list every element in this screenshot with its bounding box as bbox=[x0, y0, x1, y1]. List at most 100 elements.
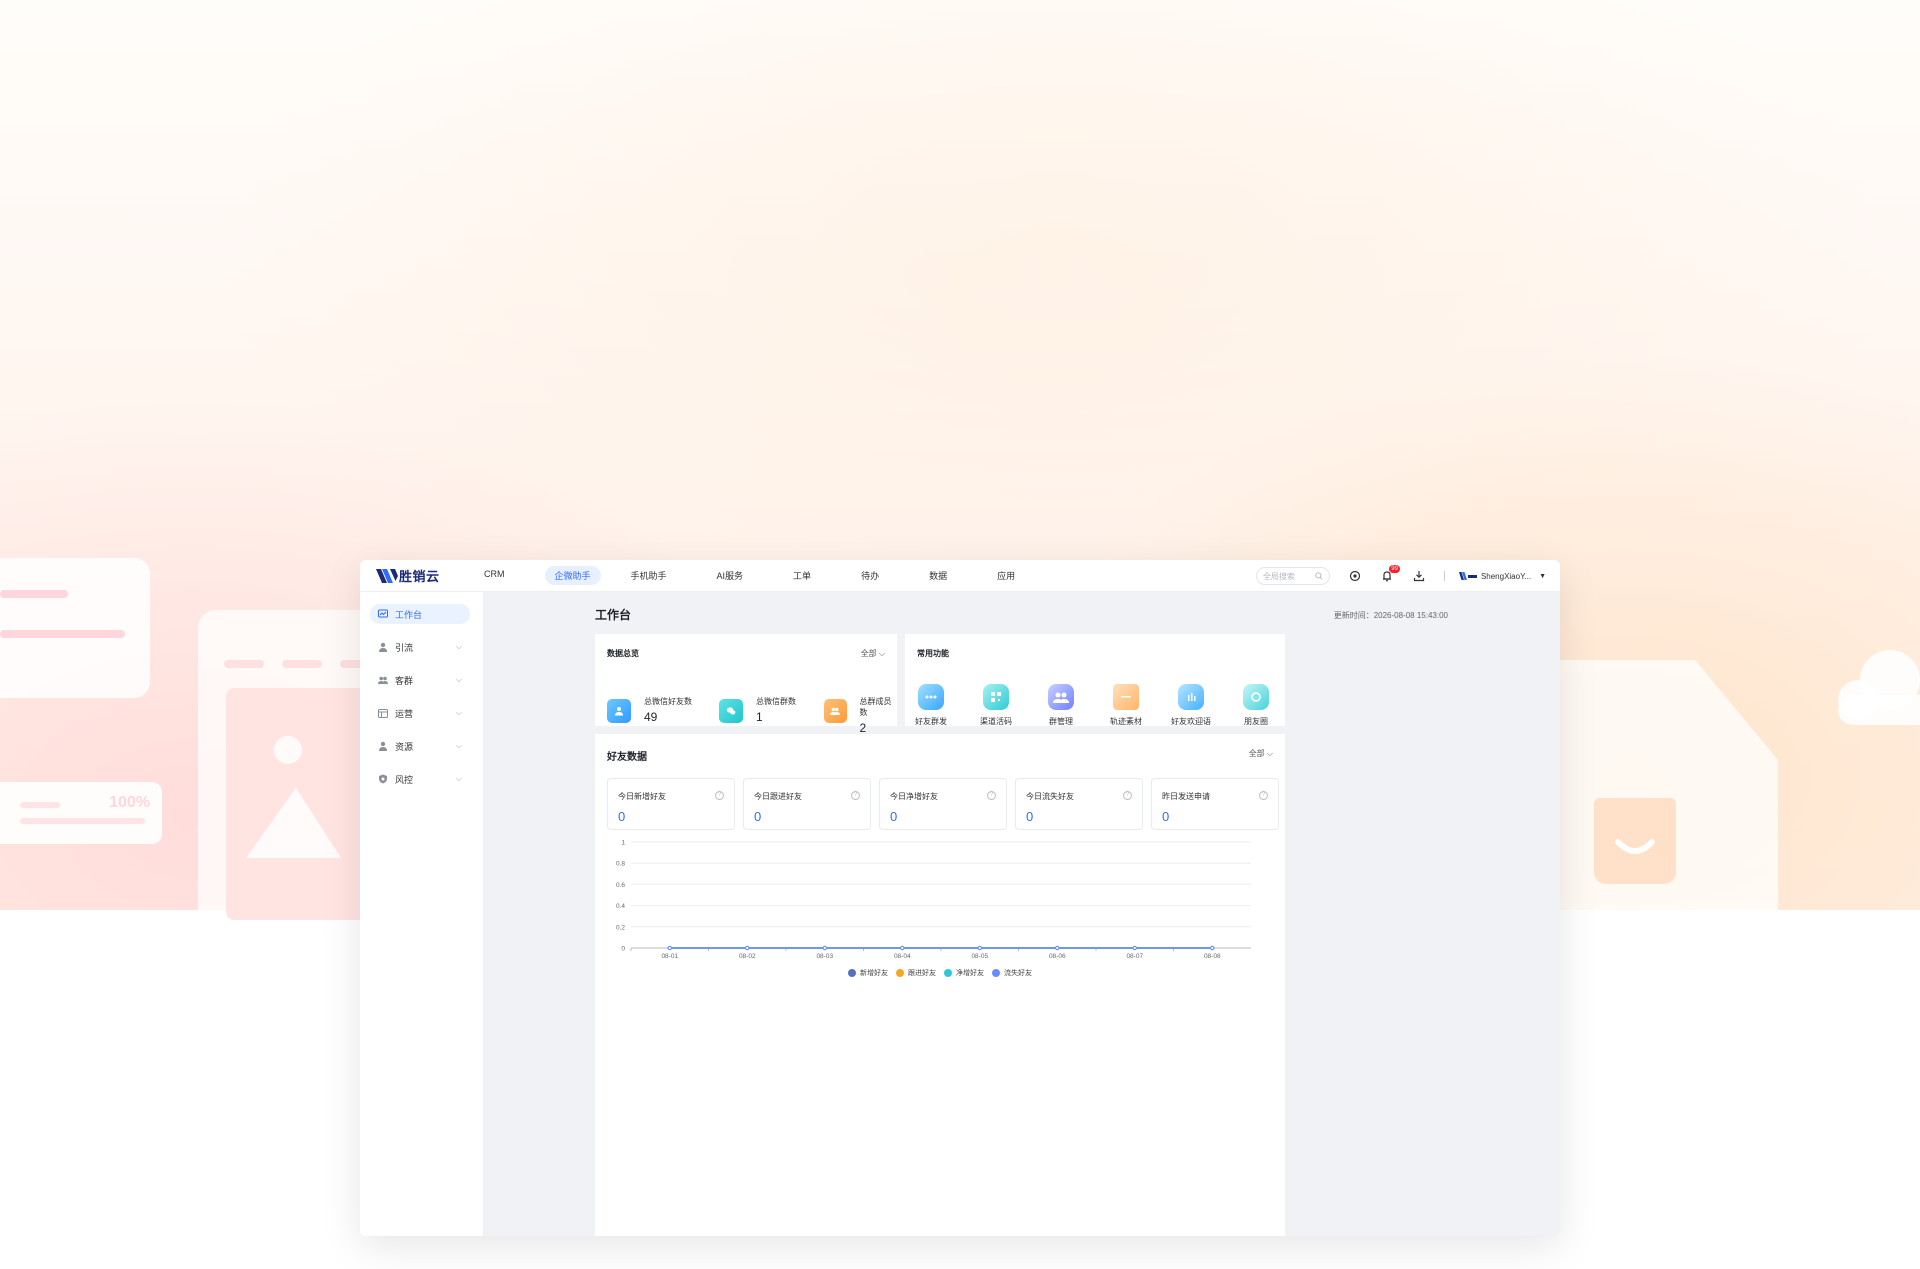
x-tick-label: 08-06 bbox=[1049, 953, 1066, 960]
legend-dot bbox=[896, 969, 904, 977]
notification-badge: 99 bbox=[1389, 565, 1400, 573]
data-point bbox=[822, 945, 827, 951]
legend-dot bbox=[848, 969, 856, 977]
x-tick-label: 08-05 bbox=[971, 953, 988, 960]
stat-label: 总微信好友数 bbox=[644, 697, 692, 706]
sidebar-item-risk-control[interactable]: 风控 ⌵ bbox=[370, 769, 470, 789]
notification-bell-icon[interactable]: 99 bbox=[1380, 565, 1400, 583]
legend-item[interactable]: 新增好友 bbox=[848, 968, 888, 978]
nav-todo[interactable]: 待办 bbox=[851, 566, 889, 585]
data-point bbox=[1132, 945, 1137, 951]
fn-group-management[interactable]: 群管理 bbox=[1031, 684, 1091, 727]
chevron-down-icon: ⌵ bbox=[455, 675, 462, 684]
chevron-down-icon: ⌵ bbox=[878, 649, 885, 658]
fn-label: 好友群发 bbox=[915, 717, 947, 726]
fn-label: 群管理 bbox=[1049, 717, 1073, 726]
chevron-down-icon: ⌵ bbox=[455, 741, 462, 750]
kpi-yesterday-sent-requests: 昨日发送申请? 0 bbox=[1151, 778, 1279, 830]
global-search-input[interactable]: 全局搜索 bbox=[1255, 567, 1330, 585]
kpi-value: 0 bbox=[618, 809, 626, 824]
search-icon bbox=[1315, 572, 1323, 580]
app-logo[interactable]: 胜销云 bbox=[376, 566, 446, 585]
fn-track-materials[interactable]: 轨迹素材 bbox=[1096, 684, 1156, 727]
nav-crm[interactable]: CRM bbox=[474, 566, 515, 585]
image-placeholder-icon bbox=[246, 736, 341, 858]
legend-item[interactable]: 流失好友 bbox=[992, 968, 1032, 978]
fn-moments[interactable]: 朋友圈 bbox=[1226, 684, 1286, 727]
chevron-down-icon: ⌵ bbox=[455, 774, 462, 783]
x-tick-label: 08-03 bbox=[816, 953, 833, 960]
top-right-tools: 全局搜索 99 ShengXiaoY... ▼ bbox=[1255, 560, 1546, 592]
stat-value: 1 bbox=[756, 710, 763, 724]
cloud-icon bbox=[1838, 650, 1920, 725]
decorative-card bbox=[0, 558, 150, 698]
y-tick-label: 0.8 bbox=[616, 861, 625, 868]
legend-item[interactable]: 跟进好友 bbox=[896, 968, 936, 978]
x-tick-label: 08-04 bbox=[894, 953, 911, 960]
sidebar-item-resources[interactable]: 资源 ⌵ bbox=[370, 736, 470, 756]
fn-channel-qrcode[interactable]: 渠道活码 bbox=[966, 684, 1026, 727]
user-icon bbox=[379, 741, 387, 751]
nav-mobile-assistant[interactable]: 手机助手 bbox=[621, 566, 677, 585]
sidebar-item-operations[interactable]: 运营 ⌵ bbox=[370, 703, 470, 723]
filter-value: 全部 bbox=[1248, 749, 1265, 758]
nav-data[interactable]: 数据 bbox=[919, 566, 957, 585]
update-time: 更新时间：2026-08-08 15:43:00 bbox=[1333, 611, 1448, 620]
dashboard-icon bbox=[378, 609, 388, 618]
help-icon[interactable]: ? bbox=[715, 791, 724, 800]
fn-label: 朋友圈 bbox=[1244, 717, 1268, 726]
chart-legend: 新增好友 跟进好友 净增好友 流失好友 bbox=[595, 968, 1285, 978]
help-icon[interactable]: ? bbox=[987, 791, 996, 800]
calendar-icon bbox=[378, 709, 388, 718]
x-tick-label: 08-01 bbox=[661, 953, 678, 960]
sidebar-item-label: 工作台 bbox=[395, 609, 423, 620]
fn-friend-welcome[interactable]: 好友欢迎语 bbox=[1161, 684, 1221, 727]
app-window: 胜销云 CRM 企微助手 手机助手 AI服务 工单 待办 数据 应用 全局搜索 bbox=[360, 560, 1560, 1236]
nav-apps[interactable]: 应用 bbox=[987, 566, 1025, 585]
overview-filter-select[interactable]: 全部 ⌵ bbox=[861, 648, 885, 659]
top-navbar: 胜销云 CRM 企微助手 手机助手 AI服务 工单 待办 数据 应用 全局搜索 bbox=[360, 560, 1560, 592]
y-tick-label: 0.4 bbox=[616, 903, 625, 910]
settings-icon[interactable] bbox=[1348, 569, 1362, 583]
toolbar-divider bbox=[1443, 571, 1445, 581]
members-stat-icon bbox=[824, 699, 847, 723]
friends-filter-select[interactable]: 全部 ⌵ bbox=[1249, 748, 1273, 759]
download-icon[interactable] bbox=[1412, 569, 1426, 583]
sidebar-item-traffic[interactable]: 引流 ⌵ bbox=[370, 637, 470, 657]
legend-item[interactable]: 净增好友 bbox=[944, 968, 984, 978]
group-icon bbox=[378, 676, 388, 684]
stat-label: 总微信群数 bbox=[756, 697, 796, 706]
legend-dot bbox=[944, 969, 952, 977]
group-chat-stat-icon bbox=[719, 699, 743, 723]
kpi-value: 0 bbox=[1026, 809, 1034, 824]
kpi-today-followed-friends: 今日跟进好友 ? 0 bbox=[743, 778, 871, 830]
sidebar-item-customer-groups[interactable]: 客群 ⌵ bbox=[370, 670, 470, 690]
shield-icon bbox=[379, 774, 387, 784]
legend-label: 新增好友 bbox=[860, 970, 888, 977]
data-point bbox=[745, 945, 750, 951]
help-icon[interactable]: ? bbox=[851, 791, 860, 800]
nav-ai-service[interactable]: AI服务 bbox=[707, 566, 754, 585]
kpi-label: 今日净增好友 bbox=[890, 792, 938, 801]
legend-dot bbox=[992, 969, 1000, 977]
stat-total-friends: 总微信好友数 49 bbox=[607, 696, 692, 724]
kpi-label: 今日流失好友 bbox=[1026, 792, 1074, 801]
user-menu[interactable]: ShengXiaoY... ▼ bbox=[1458, 572, 1546, 581]
legend-label: 净增好友 bbox=[956, 970, 984, 977]
panel-title: 数据总览 bbox=[607, 649, 639, 658]
fn-label: 好友欢迎语 bbox=[1171, 717, 1211, 726]
user-icon bbox=[379, 642, 387, 652]
fn-friend-broadcast[interactable]: 好友群发 bbox=[901, 684, 961, 727]
help-icon[interactable]: ? bbox=[1123, 791, 1132, 800]
qrcode-icon bbox=[983, 684, 1009, 710]
sidebar: 工作台 引流 ⌵ 客群 ⌵ 运营 ⌵ 资源 ⌵ 风控 ⌵ bbox=[360, 592, 484, 1236]
help-icon[interactable]: ? bbox=[1259, 791, 1268, 800]
sidebar-item-dashboard[interactable]: 工作台 bbox=[370, 604, 470, 624]
nav-work-order[interactable]: 工单 bbox=[783, 566, 821, 585]
y-tick-label: 0 bbox=[621, 946, 625, 953]
kpi-today-new-friends: 今日新增好友 ? 0 bbox=[607, 778, 735, 830]
logo-mark-icon bbox=[376, 568, 398, 583]
nav-wecom-assistant[interactable]: 企微助手 bbox=[544, 566, 601, 585]
page-title: 工作台 bbox=[595, 608, 632, 622]
kpi-label: 今日跟进好友 bbox=[754, 792, 802, 801]
